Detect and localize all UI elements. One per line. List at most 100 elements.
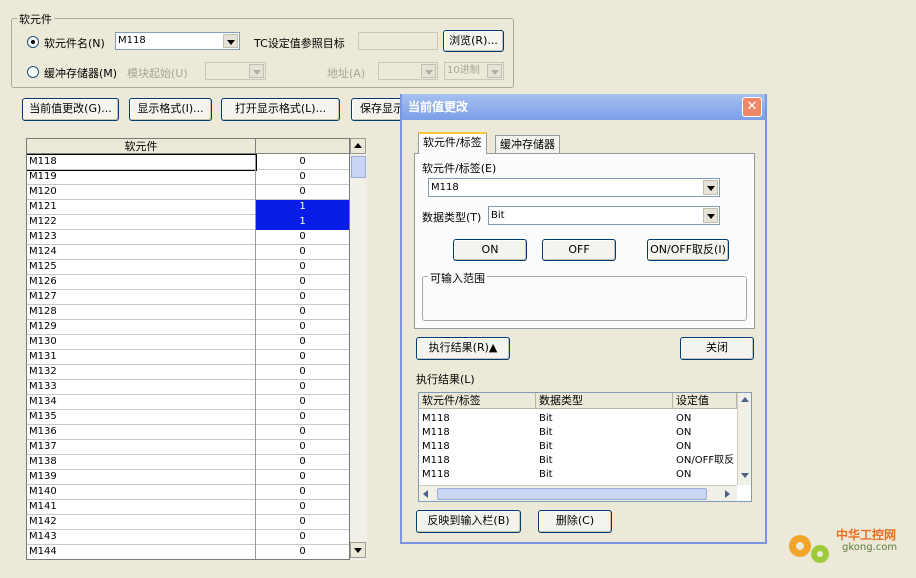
- device-cell[interactable]: M118: [27, 154, 257, 171]
- result-cell-type[interactable]: Bit: [539, 440, 649, 454]
- result-cell-value[interactable]: ON: [676, 412, 736, 426]
- value-cell[interactable]: 1: [256, 215, 349, 230]
- value-cell[interactable]: 0: [256, 485, 349, 500]
- scroll-up-icon[interactable]: [350, 138, 366, 154]
- value-cell[interactable]: 0: [256, 350, 349, 365]
- device-cell[interactable]: M130: [27, 335, 256, 350]
- value-cell[interactable]: 1: [256, 200, 349, 215]
- result-cell-value[interactable]: ON/OFF取反: [676, 454, 736, 468]
- device-cell[interactable]: M122: [27, 215, 256, 230]
- scroll-left-icon[interactable]: [423, 490, 428, 498]
- radio-buffer-memory[interactable]: [27, 66, 39, 78]
- table-row[interactable]: M124 0: [27, 245, 349, 260]
- scroll-up-icon[interactable]: [741, 397, 749, 402]
- device-cell[interactable]: M132: [27, 365, 256, 380]
- table-row[interactable]: M122 1: [27, 215, 349, 230]
- result-cell-type[interactable]: Bit: [539, 412, 649, 426]
- value-cell[interactable]: 0: [256, 425, 349, 440]
- radio-device-name[interactable]: [27, 36, 39, 48]
- table-row[interactable]: M140 0: [27, 485, 349, 500]
- value-cell[interactable]: 0: [256, 365, 349, 380]
- result-vscroll[interactable]: [737, 393, 751, 485]
- result-cell-device[interactable]: M118: [422, 412, 532, 426]
- device-cell[interactable]: M127: [27, 290, 256, 305]
- datatype-combo[interactable]: Bit: [488, 206, 720, 225]
- exec-result-toggle-button[interactable]: 执行结果(R)▲: [416, 337, 510, 360]
- radio-device-name-label[interactable]: 软元件名(N): [44, 35, 105, 51]
- table-row[interactable]: M138 0: [27, 455, 349, 470]
- value-cell[interactable]: 0: [256, 500, 349, 515]
- device-cell[interactable]: M137: [27, 440, 256, 455]
- device-cell[interactable]: M141: [27, 500, 256, 515]
- device-cell[interactable]: M121: [27, 200, 256, 215]
- result-cell-type[interactable]: Bit: [539, 454, 649, 468]
- table-row[interactable]: M120 0: [27, 185, 349, 200]
- value-cell[interactable]: 0: [256, 335, 349, 350]
- device-name-combo[interactable]: M118: [115, 32, 240, 50]
- table-row[interactable]: M129 0: [27, 320, 349, 335]
- value-cell[interactable]: 0: [256, 395, 349, 410]
- radio-buffer-memory-label[interactable]: 缓冲存储器(M): [44, 65, 117, 81]
- value-cell[interactable]: 0: [256, 185, 349, 200]
- on-button[interactable]: ON: [453, 239, 527, 261]
- device-cell[interactable]: M133: [27, 380, 256, 395]
- result-cell-device[interactable]: M118: [422, 468, 532, 482]
- device-cell[interactable]: M135: [27, 410, 256, 425]
- dialog-device-combo[interactable]: M118: [428, 178, 720, 197]
- display-format-button[interactable]: 显示格式(I)...: [129, 98, 212, 121]
- table-row[interactable]: M136 0: [27, 425, 349, 440]
- table-row[interactable]: M134 0: [27, 395, 349, 410]
- result-cell-type[interactable]: Bit: [539, 468, 649, 482]
- tab-device-label[interactable]: 软元件/标签: [418, 132, 487, 154]
- table-row[interactable]: M132 0: [27, 365, 349, 380]
- table-row[interactable]: M144 0: [27, 545, 349, 559]
- device-cell[interactable]: M139: [27, 470, 256, 485]
- result-cell-device[interactable]: M118: [422, 426, 532, 440]
- device-cell[interactable]: M129: [27, 320, 256, 335]
- device-cell[interactable]: M134: [27, 395, 256, 410]
- table-row[interactable]: M126 0: [27, 275, 349, 290]
- value-cell[interactable]: 0: [256, 380, 349, 395]
- table-row[interactable]: M137 0: [27, 440, 349, 455]
- scroll-right-icon[interactable]: [725, 490, 730, 498]
- value-cell[interactable]: 0: [256, 155, 349, 170]
- chevron-down-icon[interactable]: [703, 208, 718, 223]
- device-cell[interactable]: M123: [27, 230, 256, 245]
- hscroll-thumb[interactable]: [437, 488, 707, 500]
- device-cell[interactable]: M136: [27, 425, 256, 440]
- device-cell[interactable]: M125: [27, 260, 256, 275]
- delete-button[interactable]: 删除(C): [538, 510, 612, 533]
- table-row[interactable]: M130 0: [27, 335, 349, 350]
- change-value-button[interactable]: 当前值更改(G)...: [22, 98, 119, 121]
- device-cell[interactable]: M120: [27, 185, 256, 200]
- value-cell[interactable]: 0: [256, 275, 349, 290]
- reflect-to-input-button[interactable]: 反映到输入栏(B): [416, 510, 521, 533]
- result-cell-value[interactable]: ON: [676, 440, 736, 454]
- value-cell[interactable]: 0: [256, 305, 349, 320]
- device-cell[interactable]: M119: [27, 170, 256, 185]
- value-cell[interactable]: 0: [256, 260, 349, 275]
- value-cell[interactable]: 0: [256, 440, 349, 455]
- result-table[interactable]: 软元件/标签 数据类型 设定值 M118 Bit ON M118 Bit ON M118 Bi…: [418, 392, 752, 502]
- result-cell-device[interactable]: M118: [422, 440, 532, 454]
- result-cell-value[interactable]: ON: [676, 468, 736, 482]
- chevron-down-icon[interactable]: [223, 34, 238, 48]
- table-row[interactable]: M125 0: [27, 260, 349, 275]
- result-cell-type[interactable]: Bit: [539, 426, 649, 440]
- tab-buffer-memory[interactable]: 缓冲存储器: [495, 135, 560, 155]
- device-cell[interactable]: M143: [27, 530, 256, 545]
- table-row[interactable]: M131 0: [27, 350, 349, 365]
- table-scrollbar[interactable]: [350, 138, 367, 560]
- device-cell[interactable]: M126: [27, 275, 256, 290]
- value-cell[interactable]: 0: [256, 245, 349, 260]
- table-row[interactable]: M139 0: [27, 470, 349, 485]
- device-cell[interactable]: M131: [27, 350, 256, 365]
- browse-button[interactable]: 浏览(R)...: [443, 30, 504, 52]
- toggle-on-off-button[interactable]: ON/OFF取反(I): [647, 239, 729, 261]
- device-cell[interactable]: M140: [27, 485, 256, 500]
- table-row[interactable]: M141 0: [27, 500, 349, 515]
- result-hscroll[interactable]: [419, 485, 737, 501]
- table-row[interactable]: M119 0: [27, 170, 349, 185]
- table-row[interactable]: M128 0: [27, 305, 349, 320]
- table-row[interactable]: M123 0: [27, 230, 349, 245]
